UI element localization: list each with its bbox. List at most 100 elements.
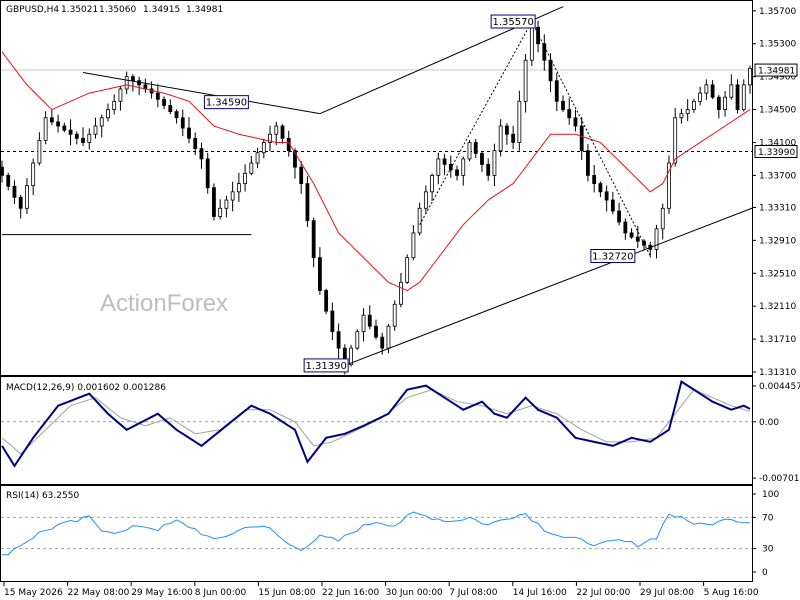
candle	[405, 254, 410, 284]
candle-body	[442, 158, 447, 165]
candle-body	[330, 310, 335, 333]
candle-body	[586, 150, 590, 176]
candle-body	[748, 68, 752, 86]
y-tick-label: 1.33310	[759, 203, 796, 213]
candle-body	[579, 125, 584, 152]
candle-body	[492, 150, 497, 176]
candle	[392, 300, 397, 331]
candle-body	[704, 84, 709, 94]
candle-body	[74, 133, 79, 139]
candle-body	[243, 172, 248, 184]
candle-body	[480, 153, 484, 165]
candle-body	[411, 232, 416, 259]
x-tick-label: 15 Jun 08:00	[258, 588, 315, 598]
price-axis: 1.357001.353001.349001.345001.341001.337…	[752, 7, 798, 378]
candle-body	[18, 196, 23, 209]
candle-body	[685, 109, 690, 115]
candle-body	[598, 183, 603, 193]
candle-body	[124, 76, 129, 90]
candle-body	[205, 158, 210, 189]
y-tick-label: 1.35700	[759, 7, 796, 17]
axis-price-badge-text: 1.34981	[758, 67, 795, 77]
macd-y-tick-label: -0.007014	[759, 474, 800, 484]
candle	[355, 329, 360, 350]
macd-y-tick-label: 0.004457	[759, 382, 800, 392]
candle-body	[162, 98, 166, 106]
candle-body	[610, 199, 615, 212]
y-tick-label: 1.33700	[759, 171, 796, 181]
close-value: 1.34981	[186, 5, 223, 15]
candle-body	[168, 105, 173, 113]
candle-body	[106, 109, 110, 119]
candle-body	[629, 232, 634, 238]
candle-body	[430, 174, 435, 193]
candle-body	[679, 113, 684, 119]
candle-body	[130, 76, 135, 82]
candle-body	[255, 152, 260, 164]
candle-body	[417, 207, 422, 234]
candle	[212, 183, 216, 221]
candle-body	[548, 59, 553, 82]
candle-body	[692, 100, 696, 110]
candle-body	[374, 325, 378, 338]
candle-body	[504, 125, 509, 135]
candle-body	[573, 117, 578, 127]
rsi-y-tick-label: 100	[762, 490, 779, 500]
candle-body	[473, 142, 478, 154]
candle-body	[467, 142, 472, 160]
candle-body	[43, 117, 48, 141]
candle-body	[405, 257, 410, 283]
candle-body	[561, 100, 565, 110]
candle-body	[617, 210, 621, 223]
candle-body	[729, 84, 734, 98]
candle-body	[118, 88, 123, 102]
price-label-text: 1.32720	[592, 251, 633, 262]
candle-body	[49, 117, 54, 123]
candle-body	[698, 92, 703, 102]
candle-body	[37, 140, 42, 164]
y-tick-label: 1.32110	[759, 302, 796, 312]
candle-body	[87, 133, 92, 143]
candle-body	[542, 43, 547, 61]
price-label-text: 1.35570	[492, 17, 533, 28]
candle-body	[224, 199, 229, 209]
candle-body	[735, 84, 740, 110]
candle-body	[212, 187, 216, 217]
x-tick-label: 14 Jul 16:00	[513, 588, 567, 598]
candle-body	[710, 84, 715, 98]
gbpusd-chart[interactable]: ActionForex 1.34590 1.35570 1.32720 1.31390…	[0, 0, 800, 600]
candle-body	[486, 163, 491, 176]
y-tick-label: 1.34500	[759, 106, 796, 116]
macd-title: MACD(12,26,9) 0.001602 0.001286	[6, 383, 166, 393]
axis-price-badge: 1.34981	[754, 63, 798, 77]
candle-body	[324, 290, 329, 312]
candle-body	[498, 125, 503, 152]
open-value: 1.35021	[61, 5, 98, 15]
candle-body	[305, 183, 310, 222]
rsi-y-tick-label: 70	[762, 513, 774, 523]
candle-body	[236, 183, 241, 193]
candle-body	[604, 191, 609, 201]
candle-body	[174, 111, 179, 119]
candle-body	[436, 158, 441, 176]
x-tick-label: 15 May 2026	[4, 588, 63, 598]
x-tick-label: 22 Jun 16:00	[322, 588, 379, 598]
candle-body	[361, 314, 366, 333]
candle-body	[299, 166, 304, 184]
candle-body	[317, 257, 322, 291]
x-tick-label: 29 May 16:00	[131, 588, 193, 598]
y-tick-label: 1.31710	[759, 335, 796, 345]
candle-body	[31, 162, 36, 187]
candle-body	[623, 221, 628, 234]
candle-body	[517, 100, 522, 143]
x-tick-label: 30 Jun 00:00	[386, 588, 443, 598]
candle-body	[274, 125, 279, 135]
candle-body	[423, 191, 428, 209]
candle-body	[218, 207, 223, 217]
candle-body	[392, 303, 397, 327]
candle-body	[660, 207, 665, 230]
y-tick-label: 1.35300	[759, 40, 796, 50]
candle-body	[567, 109, 572, 119]
x-tick-label: 22 May 08:00	[68, 588, 130, 598]
y-tick-label: 1.32910	[759, 236, 796, 246]
